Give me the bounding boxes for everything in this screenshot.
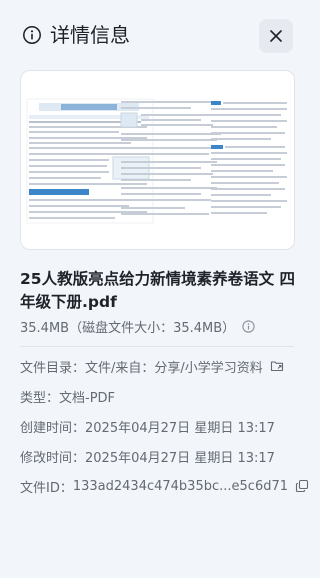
file-id-value: 133ad2434c474b35bc...e5c6d71 [72,478,289,494]
copy-icon[interactable] [295,479,309,493]
created-value: 2025年04月27日 星期日 13:17 [85,420,275,436]
file-size: 35.4MB（磁盘文件大小：35.4MB） [20,320,236,336]
info-circle-icon[interactable] [242,319,255,333]
file-id-label: 文件ID： [20,480,73,496]
modified-value: 2025年04月27日 星期日 13:17 [85,450,275,466]
type-row: 类型： 文档-PDF [20,386,115,406]
directory-label: 文件目录： [20,360,86,376]
file-name: 25人教版亮点给力新情境素养卷语文 四年级下册.pdf [20,270,295,311]
panel-title: 详情信息 [50,23,130,47]
modified-label: 修改时间： [20,450,86,466]
info-icon [22,25,42,45]
type-value: 文档-PDF [59,390,116,406]
created-label: 创建时间： [20,420,86,436]
directory-value: 文件/来自：分享/小学学习资料 [85,360,263,376]
divider [20,346,294,347]
pdf-page-preview [21,71,294,249]
panel-header: 详情信息 [0,0,314,70]
file-preview-thumbnail[interactable] [20,70,295,250]
modified-time-row: 修改时间： 2025年04月27日 星期日 13:17 [20,446,275,466]
close-icon [269,29,283,43]
type-label: 类型： [20,390,60,406]
directory-row: 文件目录： 文件/来自：分享/小学学习资料 [20,356,284,376]
folder-link-icon[interactable] [270,359,284,373]
file-id-row: 文件ID： 133ad2434c474b35bc...e5c6d71 [20,476,309,496]
file-size-row: 35.4MB（磁盘文件大小：35.4MB） [20,316,255,336]
close-button[interactable] [259,19,293,53]
created-time-row: 创建时间： 2025年04月27日 星期日 13:17 [20,416,275,436]
